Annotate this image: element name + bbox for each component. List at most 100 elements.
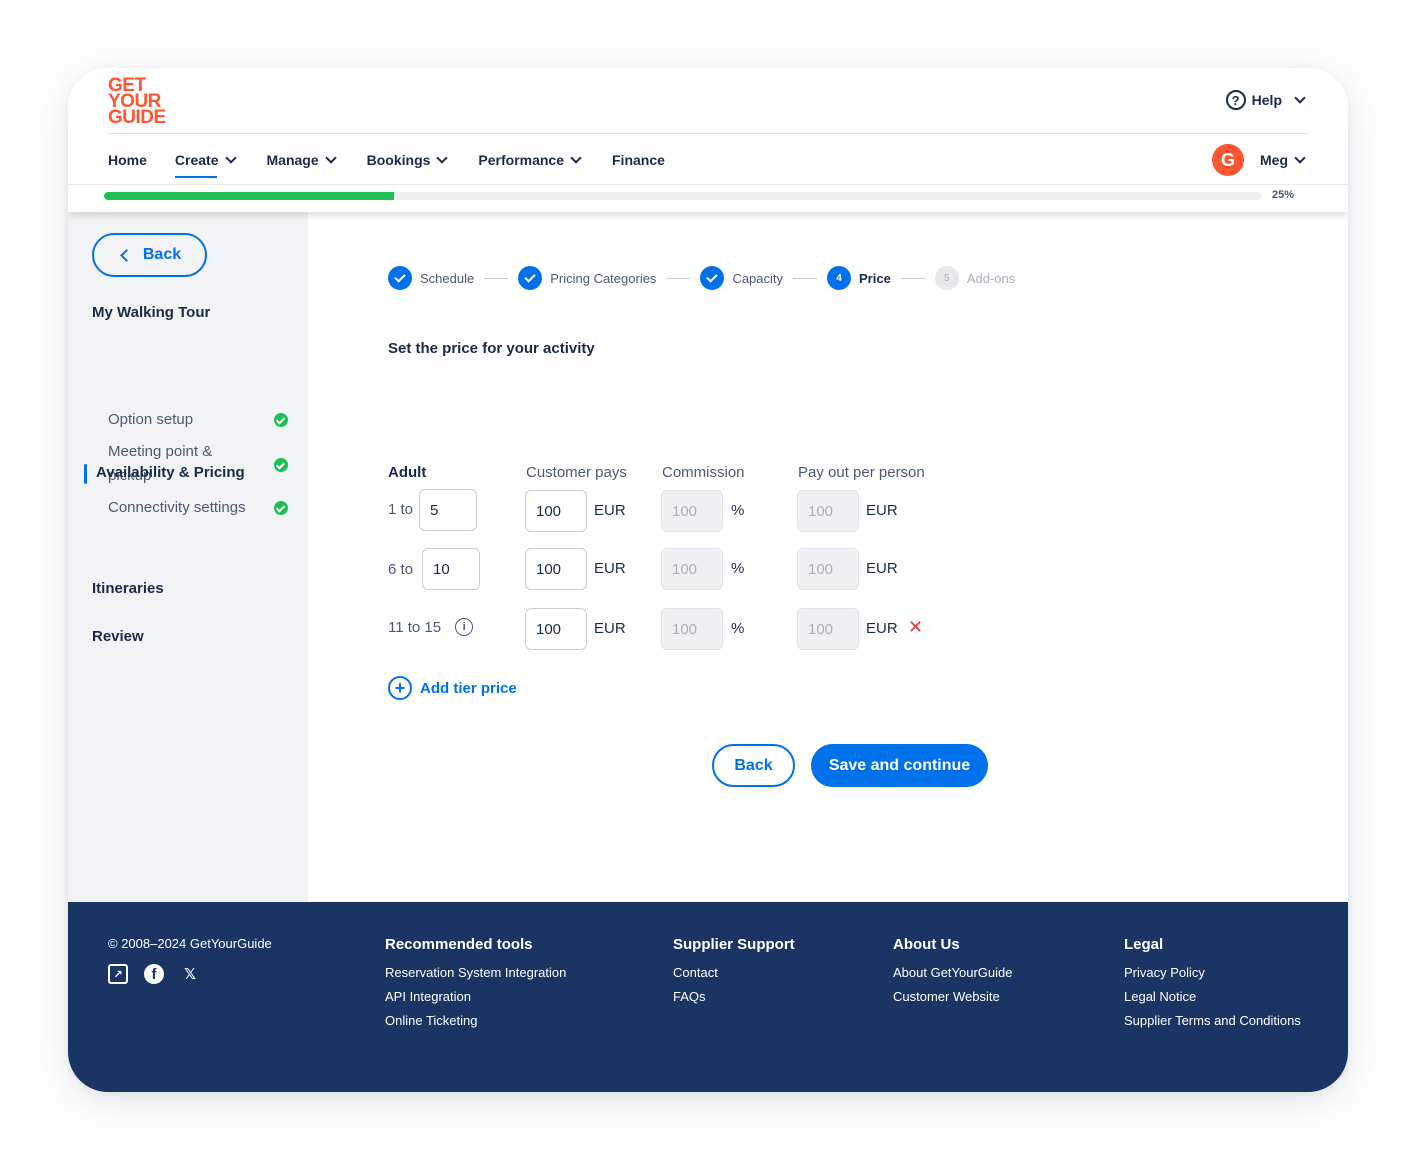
step-capacity[interactable]: Capacity [700,266,783,290]
nav-label: Home [108,152,147,168]
footer: © 2008–2024 GetYourGuide ↗ f 𝕏 Recommend… [68,902,1348,1092]
help-menu[interactable]: ? Help [1225,90,1308,110]
currency-label: EUR [594,620,626,637]
footer-column-about: About Us About GetYourGuide Customer Web… [893,936,1013,1009]
main-nav: Home Create Manage Bookings Performance … [108,148,693,178]
nav-finance[interactable]: Finance [612,148,665,172]
nav-home[interactable]: Home [108,148,147,172]
progress-bar [104,192,1262,200]
x-twitter-icon[interactable]: 𝕏 [180,964,200,984]
add-tier-button[interactable]: + Add tier price [388,676,517,700]
sidebar-item-review[interactable]: Review [92,628,144,645]
check-icon [518,266,543,290]
nav-label: Finance [612,152,665,168]
currency-label: EUR [866,502,898,519]
step-label: Pricing Categories [550,270,657,286]
nav-create[interactable]: Create [174,148,239,178]
currency-label: EUR [594,560,626,577]
facebook-icon[interactable]: f [144,964,164,984]
check-icon [388,266,412,290]
tier-label: 11 to 15 [388,618,442,636]
payout-field: 100 [797,548,859,590]
footer-link[interactable]: FAQs [673,985,795,1009]
check-icon [700,266,725,290]
chevron-down-icon [324,151,337,164]
sidebar-item-label: Option setup [108,411,194,428]
footer-heading: Recommended tools [385,936,533,953]
payout-heading: Pay out per person [798,464,925,481]
sidebar-item-label: Connectivity settings [108,499,246,516]
step-label: Schedule [420,270,475,286]
nav-manage[interactable]: Manage [267,148,339,172]
main-content: Schedule Pricing Categories Capacity 4 P… [308,212,1348,902]
back-button[interactable]: Back [712,744,795,787]
commission-heading: Commission [662,464,745,481]
external-link-icon[interactable]: ↗ [108,964,128,984]
commission-field: 100 [661,608,723,650]
step-add-ons: 5 Add-ons [934,266,1016,290]
sidebar-item-availability-pricing[interactable]: Availability & Pricing [84,464,296,484]
footer-heading: About Us [893,936,960,953]
tier-range: 11 to 15 i [388,618,474,636]
customer-pays-input[interactable]: 100 [525,490,587,532]
step-connector [900,277,925,279]
footer-link[interactable]: Supplier Terms and Conditions [1124,1009,1301,1033]
payout-field: 100 [797,490,859,532]
footer-column-legal: Legal Privacy Policy Legal Notice Suppli… [1124,936,1301,1033]
tier-to-input[interactable]: 10 [422,548,480,590]
sidebar-item-connectivity[interactable]: Connectivity settings [108,496,288,520]
app-window: GET YOUR GUIDE ? Help Home Create Manage… [68,68,1348,1092]
help-label: Help [1251,92,1282,108]
tier-label: 6 to [388,561,414,578]
customer-pays-heading: Customer pays [526,464,627,481]
user-menu[interactable]: G Meg [1212,144,1308,176]
sidebar-back-button[interactable]: Back [92,233,207,277]
footer-link[interactable]: Reservation System Integration [385,961,566,985]
customer-pays-input[interactable]: 100 [525,548,587,590]
footer-link[interactable]: Legal Notice [1124,985,1301,1009]
currency-label: EUR [866,560,898,577]
footer-link[interactable]: About GetYourGuide [893,961,1013,985]
footer-heading: Supplier Support [673,936,795,953]
back-label: Back [142,246,182,263]
tier-to-input[interactable]: 5 [419,489,477,531]
step-label: Price [859,270,891,286]
sidebar-item-option-setup[interactable]: Option setup [108,408,288,432]
footer-link[interactable]: Online Ticketing [385,1009,566,1033]
nav-label: Performance [478,152,564,168]
social-links: ↗ f 𝕏 [108,964,200,984]
sidebar-item-itineraries[interactable]: Itineraries [92,580,164,597]
question-icon: ? [1225,90,1246,110]
progress-fill [104,192,394,200]
footer-link[interactable]: Privacy Policy [1124,961,1301,985]
customer-pays-input[interactable]: 100 [525,608,587,650]
step-pricing-categories[interactable]: Pricing Categories [518,266,656,290]
nav-performance[interactable]: Performance [478,148,584,172]
currency-label: EUR [594,502,626,519]
stepper: Schedule Pricing Categories Capacity 4 P… [388,266,1015,290]
logo-line: GUIDE [108,107,166,128]
nav-label: Bookings [366,152,431,168]
check-icon [274,501,288,515]
save-and-continue-button[interactable]: Save and continue [811,744,988,787]
tour-title: My Walking Tour [92,304,211,321]
footer-column-support: Supplier Support Contact FAQs [673,936,795,1009]
footer-link[interactable]: API Integration [385,985,566,1009]
step-number: 5 [934,266,959,290]
step-label: Add-ons [966,270,1016,286]
footer-link[interactable]: Customer Website [893,985,1013,1009]
payout-field: 100 [797,608,859,650]
chevron-down-icon [436,151,449,164]
info-icon[interactable]: i [455,618,474,636]
nav-bookings[interactable]: Bookings [367,148,451,172]
footer-link[interactable]: Contact [673,961,795,985]
user-name: Meg [1260,152,1288,168]
getyourguide-logo[interactable]: GET YOUR GUIDE [108,76,172,128]
step-price[interactable]: 4 Price [827,266,891,290]
delete-tier-icon[interactable]: ✕ [908,617,923,638]
check-icon [274,413,288,427]
category-heading: Adult [388,464,427,481]
nav-label: Manage [266,152,319,168]
sidebar: Back My Walking Tour Option setup Meetin… [68,212,308,902]
step-schedule[interactable]: Schedule [388,266,474,290]
